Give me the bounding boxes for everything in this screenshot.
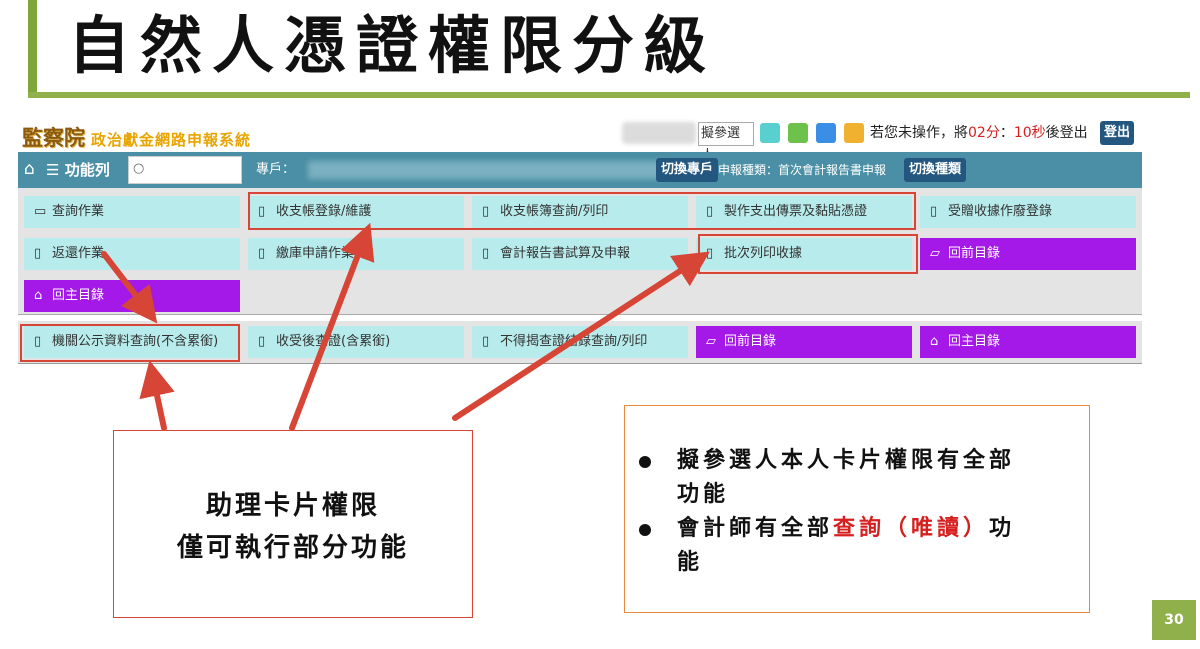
menu-item-label: 返還作業	[52, 246, 105, 261]
menu-item-verify[interactable]: ▯ 收受後查證(含累銜)	[248, 326, 464, 358]
menu-toggle[interactable]: ☰ 功能列	[46, 152, 110, 188]
search-input[interactable]: ○	[128, 156, 242, 184]
menu-label: 功能列	[64, 161, 110, 179]
timeout-minutes: 02分	[968, 125, 1000, 141]
theme-blue-button[interactable]	[816, 123, 836, 143]
home-icon[interactable]: ⌂	[24, 160, 42, 178]
menu-item-label: 查詢作業	[52, 204, 105, 219]
theme-orange-button[interactable]	[844, 123, 864, 143]
page-number: 30	[1152, 600, 1196, 640]
navbar: ⌂ ☰ 功能列 ○ 專戶： 切換專戶 申報種類：首次會計報告書申報 切換種類	[18, 152, 1142, 188]
assistant-callout-line1: 助理卡片權限	[205, 491, 380, 521]
file-icon: ▯	[482, 246, 490, 261]
file-icon: ▯	[34, 246, 42, 261]
logo-system: 政治獻金網路申報系統	[91, 131, 252, 149]
menu-item-treasury[interactable]: ▯ 繳庫申請作業	[248, 238, 464, 270]
highlight-box-row1	[248, 192, 916, 230]
theme-green-button[interactable]	[788, 123, 808, 143]
report-type: 申報種類：首次會計報告書申報	[718, 163, 887, 177]
timeout-prefix: 若您未操作，將	[870, 125, 968, 141]
assistant-callout: 助理卡片權限 僅可執行部分功能	[113, 430, 473, 618]
bullet-2-line1: 會計師有全部查詢（唯讀）功	[677, 512, 1015, 546]
menu-item-return[interactable]: ▯ 返還作業	[24, 238, 240, 270]
menu-item-back[interactable]: ▱ 回前目錄	[920, 238, 1136, 270]
bullet-2-highlight: 查詢（唯讀）	[833, 516, 990, 541]
hamburger-icon: ☰	[46, 161, 60, 179]
slide-accent-bar	[28, 0, 37, 96]
search-icon: ○	[133, 161, 145, 176]
highlight-box-batch	[698, 234, 918, 274]
user-name-blurred	[622, 122, 696, 144]
bullet-1-line1: 擬參選人本人卡片權限有全部	[677, 448, 1016, 473]
theme-cyan-button[interactable]	[760, 123, 780, 143]
folder-icon: ▭	[34, 204, 47, 219]
menu-item-verify-print[interactable]: ▯ 不得揭查證結錄查詢/列印	[472, 326, 688, 358]
session-timeout: 若您未操作，將02分：10秒後登出	[870, 122, 1088, 144]
bullet-1-line2: 功能	[677, 482, 730, 507]
menu-item-label: 受贈收據作廢登錄	[948, 204, 1053, 219]
switch-type-button[interactable]: 切換種類	[904, 158, 967, 182]
menu-item-label: 不得揭查證結錄查詢/列印	[500, 334, 648, 349]
menu-item-label: 回主目錄	[948, 334, 1001, 349]
logout-button[interactable]: 登出	[1100, 121, 1134, 145]
bullet-dot-icon	[639, 524, 651, 536]
highlight-box-public	[20, 324, 240, 362]
arrow-up-left	[139, 360, 175, 431]
file-icon: ▯	[930, 204, 938, 219]
menu-item-report[interactable]: ▯ 會計報告書試算及申報	[472, 238, 688, 270]
roles-callout: 擬參選人本人卡片權限有全部 功能 會計師有全部查詢（唯讀）功 能	[624, 405, 1090, 613]
menu-item-label: 回前目錄	[724, 334, 777, 349]
title-underline	[28, 92, 1190, 98]
folder-open-icon: ▱	[930, 246, 940, 261]
timeout-seconds: 10秒	[1013, 125, 1046, 141]
bullet-2-line2: 能	[677, 550, 704, 575]
account-label: 專戶：	[256, 162, 296, 177]
timeout-suffix: 後登出	[1045, 125, 1088, 141]
account-value-blurred	[308, 161, 668, 179]
switch-account-button[interactable]: 切換專戶	[656, 158, 719, 182]
user-role-select[interactable]: 擬參選人 ▾	[698, 122, 754, 163]
slide-title: 自然人憑證權限分級	[68, 9, 717, 82]
file-icon: ▯	[482, 334, 490, 349]
bullet-2-prefix: 會計師有全部	[677, 516, 834, 541]
home-icon: ⌂	[34, 288, 43, 303]
menu-item-label: 會計報告書試算及申報	[500, 246, 631, 261]
menu-item-query[interactable]: ▭ 查詢作業	[24, 196, 240, 228]
menu-item-label: 收受後查證(含累銜)	[276, 334, 391, 349]
bullet-dot-icon	[639, 456, 651, 468]
file-icon: ▯	[258, 334, 266, 349]
home-icon: ⌂	[930, 334, 939, 349]
menu-item-main[interactable]: ⌂ 回主目錄	[920, 326, 1136, 358]
menu-item-label: 回前目錄	[948, 246, 1001, 261]
bullet-2-suffix: 功	[989, 516, 1016, 541]
timeout-sep: ：	[999, 125, 1014, 141]
menu-item-receipt-void[interactable]: ▯ 受贈收據作廢登錄	[920, 196, 1136, 228]
app-header: 監察院政治獻金網路申報系統 擬參選人 ▾ 若您未操作，將02分：10秒後登出 登…	[22, 118, 1142, 163]
menu-item-back[interactable]: ▱ 回前目錄	[696, 326, 912, 358]
app-logo[interactable]: 監察院 政治獻金網路申報系統	[22, 122, 251, 152]
file-icon: ▯	[258, 246, 266, 261]
menu-item-main[interactable]: ⌂ 回主目錄	[24, 280, 240, 312]
logo-org: 監察院	[22, 125, 85, 150]
assistant-callout-line2: 僅可執行部分功能	[176, 533, 409, 563]
folder-open-icon: ▱	[706, 334, 716, 349]
menu-item-label: 回主目錄	[52, 288, 105, 303]
menu-item-label: 繳庫申請作業	[276, 246, 355, 261]
